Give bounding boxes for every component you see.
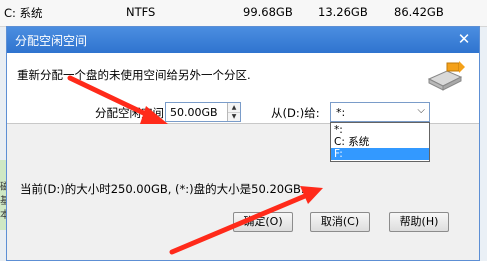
alloc-space-input[interactable]: 50.00GB ▲ ▼ bbox=[165, 102, 241, 122]
target-partition-value: *: bbox=[336, 106, 346, 119]
partition-name: C: 系统 bbox=[4, 6, 43, 20]
partition-option-c[interactable]: C: 系统 bbox=[331, 136, 429, 148]
dialog-description: 重新分配一个盘的未使用空间给另外一个分区. bbox=[17, 68, 251, 82]
target-partition-select[interactable]: *: ⌵ bbox=[330, 102, 430, 122]
partition-row[interactable]: C: 系统 NTFS 99.68GB 13.26GB 86.42GB bbox=[0, 0, 487, 27]
partition-option-f[interactable]: F: bbox=[331, 148, 429, 160]
help-button[interactable]: 帮助(H) bbox=[389, 212, 449, 232]
partition-capacity: 99.68GB bbox=[243, 5, 293, 19]
alloc-space-label: 分配空闲空间: bbox=[95, 106, 168, 120]
cancel-button[interactable]: 取消(C) bbox=[310, 212, 370, 232]
disk-icon bbox=[427, 61, 465, 91]
stepper-down-icon[interactable]: ▼ bbox=[228, 112, 240, 121]
size-info-text: 当前(D:)的大小时250.00GB, (*:)盘的大小是50.20GB. bbox=[20, 182, 305, 196]
ok-button[interactable]: 确定(O) bbox=[233, 212, 293, 232]
alloc-space-stepper[interactable]: ▲ ▼ bbox=[227, 103, 240, 121]
partition-free: 86.42GB bbox=[394, 5, 444, 19]
partition-option-star[interactable]: *: bbox=[331, 124, 429, 136]
alloc-space-value: 50.00GB bbox=[170, 106, 218, 119]
close-icon[interactable]: ✕ bbox=[455, 30, 473, 48]
chevron-down-icon[interactable]: ⌵ bbox=[417, 105, 425, 116]
partition-used: 13.26GB bbox=[318, 5, 368, 19]
dialog-titlebar[interactable]: 分配空闲空间 ✕ bbox=[7, 27, 479, 53]
from-partition-label: 从(D:)给: bbox=[271, 106, 320, 120]
partition-dropdown-list: *: C: 系统 F: bbox=[330, 122, 430, 162]
partition-filesystem: NTFS bbox=[126, 5, 156, 19]
dialog-title: 分配空闲空间 bbox=[15, 34, 88, 48]
